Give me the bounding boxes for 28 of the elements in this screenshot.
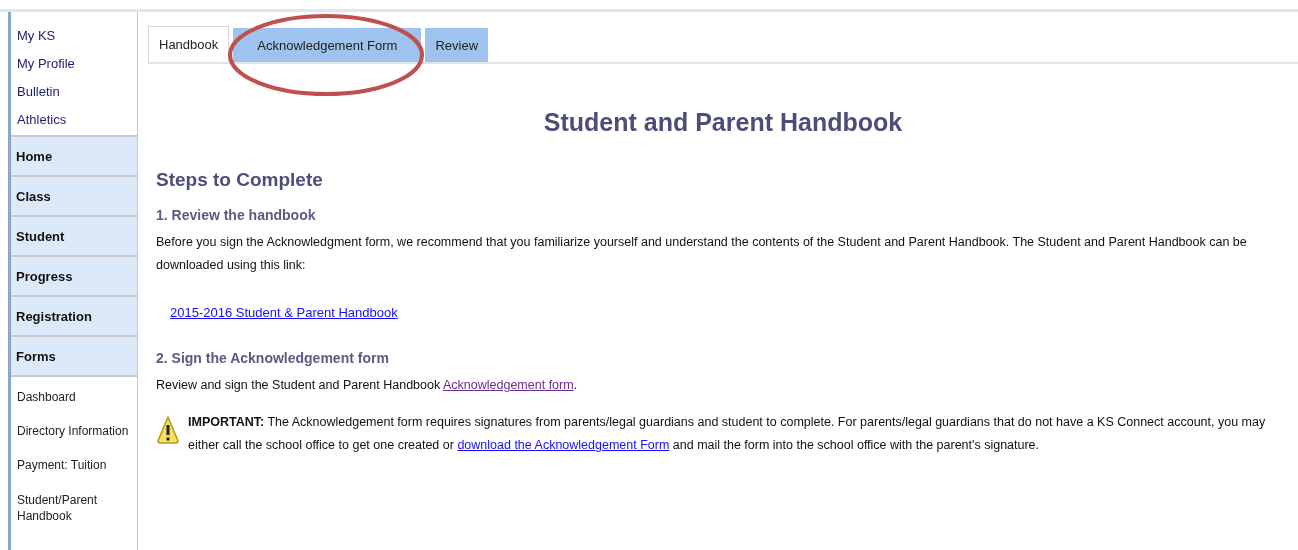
sidebar-item[interactable]: Directory Information [17,423,137,440]
warning-text: IMPORTANT: The Acknowledgement form requires signatures from parents/legal guardians and student to complete. For parents/legal guardians that do not have a KS Connect account, you may either call the school office to get one created or download the Acknowledgement Form and mail the form into the school office with the parent's signature. [188,414,1267,454]
handbook-link[interactable]: 2015-2016 Student & Parent Handbook [170,305,398,320]
page-title: Student and Parent Handbook [542,108,904,137]
tab[interactable]: Review [425,28,489,62]
sidebar-section[interactable]: Registration [11,297,137,337]
section-heading: Steps to Complete [156,169,324,191]
sidebar-link[interactable]: Bulletin [17,84,137,99]
step-heading: 2. Sign the Acknowledgement form [156,350,390,366]
acknowledgement-link[interactable]: Acknowledgement form [443,378,574,392]
sidebar-item[interactable]: Dashboard [17,389,137,406]
tab[interactable]: Handbook [148,26,230,62]
sidebar-section[interactable]: Progress [11,257,137,297]
sidebar-item[interactable]: Payment: Tuition [17,457,137,474]
sidebar-item[interactable]: Student/Parent Handbook [17,491,137,524]
sidebar-section[interactable]: Home [11,137,137,177]
sidebar-section[interactable]: Forms [11,337,137,377]
paragraph: Review and sign the Student and Parent Handbook Acknowledgement form. [156,377,579,394]
sidebar-link[interactable]: My KS [17,28,137,43]
sidebar-section[interactable]: Class [11,177,137,217]
warning-icon [156,415,180,445]
sidebar-link[interactable]: My Profile [17,56,137,71]
tab[interactable]: Acknowledgement Form [233,28,422,62]
sidebar-section[interactable]: Student [11,217,137,257]
step-heading: 1. Review the handbook [156,207,317,223]
download-link[interactable]: download the Acknowledgement Form [457,438,670,452]
paragraph: Before you sign the Acknowledgment form, we recommend that you familiarize yourself and understand the contents of the Student and Parent Handbook. The Student and Parent Handbook can be downloaded using this link: [156,234,1248,274]
sidebar-link[interactable]: Athletics [17,112,137,127]
